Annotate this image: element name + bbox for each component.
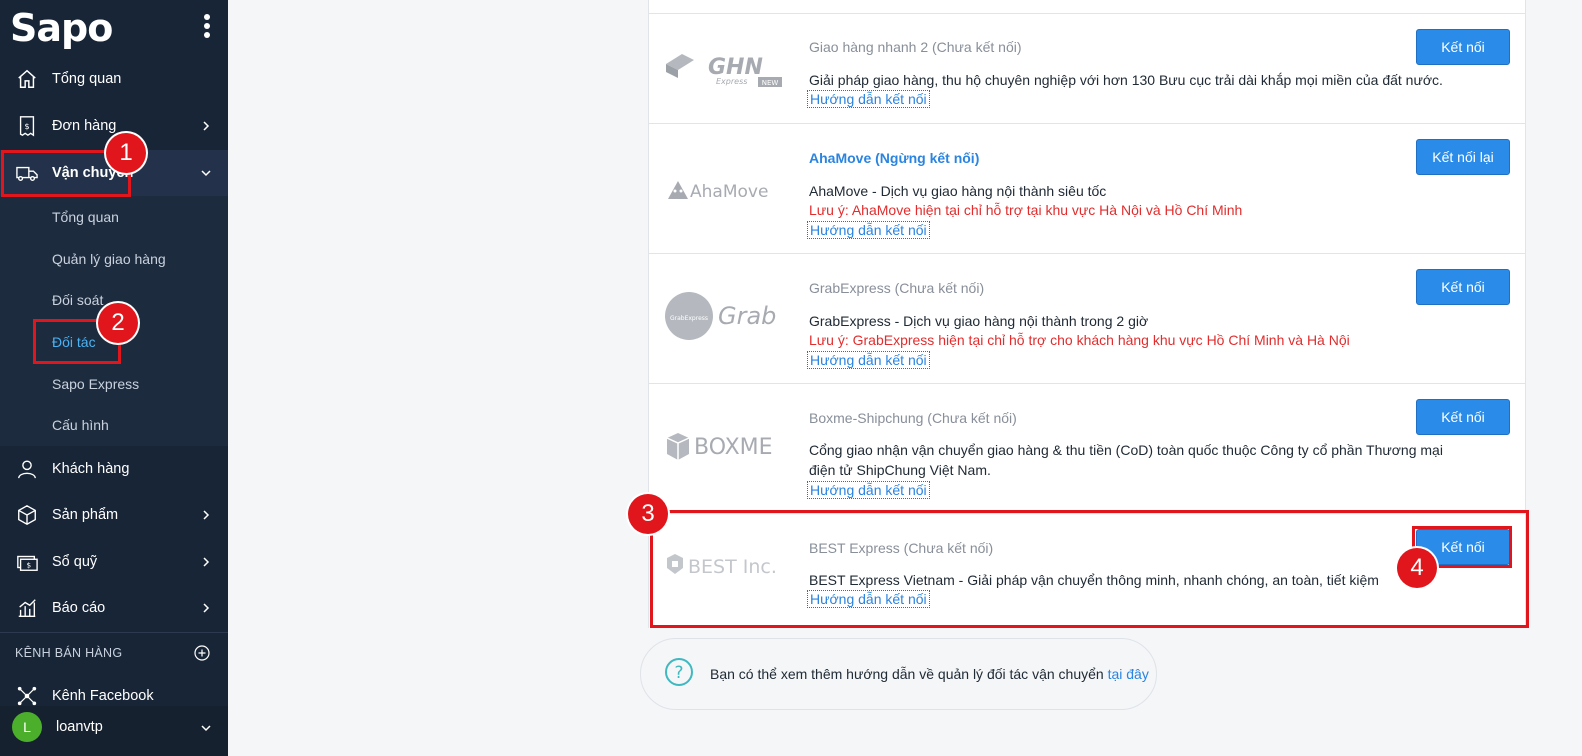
svg-text:Grab: Grab <box>718 302 776 330</box>
partner-title: Boxme-Shipchung (Chưa kết nối) <box>809 410 1017 426</box>
svg-text:GrabExpress: GrabExpress <box>670 315 708 322</box>
user-icon <box>18 460 36 479</box>
connection-guide-link[interactable]: Hướng dẫn kết nối <box>807 351 930 369</box>
sidebar-item-label: Sổ quỹ <box>52 554 98 570</box>
sidebar-item-label: Đơn hàng <box>52 118 117 134</box>
ahamove-logo: AhaMove <box>668 181 768 202</box>
svg-text:$: $ <box>26 561 31 570</box>
submenu-item-delivery-management[interactable]: Quản lý giao hàng <box>52 251 166 267</box>
partner-description: GrabExpress - Dịch vụ giao hàng nội thàn… <box>809 313 1149 329</box>
partner-title: Giao hàng nhanh 2 (Chưa kết nối) <box>809 39 1022 55</box>
connection-guide-link[interactable]: Hướng dẫn kết nối <box>807 90 930 108</box>
home-icon <box>18 69 36 88</box>
partner-description: Giải pháp giao hàng, thu hộ chuyên nghiệ… <box>809 72 1443 88</box>
svg-text:BOXME: BOXME <box>694 435 773 460</box>
logo-bar: Sapo <box>0 0 228 58</box>
help-text-body: Bạn có thể xem thêm hướng dẫn về quản lý… <box>710 666 1104 682</box>
sidebar-item-label: Khách hàng <box>52 461 130 477</box>
sidebar-item-reports[interactable]: Báo cáo <box>0 585 228 631</box>
partner-row-boxme: BOXME Boxme-Shipchung (Chưa kết nối) Cổn… <box>648 383 1526 513</box>
partner-row-ahamove: AhaMove AhaMove (Ngừng kết nối) AhaMove … <box>648 123 1526 253</box>
partner-note: Lưu ý: AhaMove hiện tại chỉ hỗ trợ tại k… <box>809 202 1243 218</box>
sidebar-item-products[interactable]: Sản phẩm <box>0 492 228 538</box>
chart-icon <box>18 599 36 617</box>
sidebar-item-label: Kênh Facebook <box>52 688 154 704</box>
partner-row-ghn: GHN Express NEW Giao hàng nhanh 2 (Chưa … <box>648 13 1526 123</box>
user-name[interactable]: loanvtp <box>56 719 103 735</box>
partner-description: Cổng giao nhận vận chuyển giao hàng & th… <box>809 442 1443 478</box>
chevron-right-icon <box>203 603 210 613</box>
grab-logo: GrabExpress Grab <box>665 292 776 340</box>
partner-note: Lưu ý: GrabExpress hiện tại chỉ hỗ trợ c… <box>809 332 1350 348</box>
submenu-item-overview[interactable]: Tổng quan <box>52 209 119 225</box>
svg-text:?: ? <box>674 663 683 683</box>
sapo-logo[interactable]: Sapo <box>10 6 113 50</box>
submenu-item-config[interactable]: Cấu hình <box>52 417 109 433</box>
network-icon <box>17 686 37 706</box>
connection-guide-link[interactable]: Hướng dẫn kết nối <box>807 481 930 499</box>
annotation-badge-1: 1 <box>106 133 146 173</box>
chevron-down-icon <box>201 170 211 177</box>
connection-guide-link[interactable]: Hướng dẫn kết nối <box>807 221 930 239</box>
help-text: Bạn có thể xem thêm hướng dẫn về quản lý… <box>710 666 1149 682</box>
sidebar-item-customers[interactable]: Khách hàng <box>0 446 228 492</box>
chevron-right-icon <box>203 510 210 520</box>
boxme-logo: BOXME <box>666 433 773 460</box>
box-icon <box>18 505 36 525</box>
submenu-item-sapo-express[interactable]: Sapo Express <box>52 376 139 392</box>
sidebar-item-cashbook[interactable]: $ Sổ quỹ <box>0 539 228 585</box>
connect-button[interactable]: Kết nối <box>1416 269 1510 305</box>
svg-text:$: $ <box>24 121 29 131</box>
partner-description: AhaMove - Dịch vụ giao hàng nội thành si… <box>809 183 1107 199</box>
receipt-icon: $ <box>19 116 35 137</box>
chevron-down-icon[interactable] <box>201 723 211 733</box>
more-menu-icon[interactable] <box>201 14 213 42</box>
partner-title[interactable]: AhaMove (Ngừng kết nối) <box>809 150 979 166</box>
avatar[interactable]: L <box>12 712 42 742</box>
svg-text:Express: Express <box>716 77 747 86</box>
svg-text:AhaMove: AhaMove <box>690 182 768 202</box>
sidebar-item-label: Báo cáo <box>52 600 106 616</box>
annotation-badge-2: 2 <box>98 303 138 343</box>
svg-text:NEW: NEW <box>762 79 779 87</box>
reconnect-button[interactable]: Kết nối lại <box>1416 139 1510 175</box>
divider <box>0 632 228 633</box>
submenu-item-reconciliation[interactable]: Đối soát <box>52 292 103 308</box>
sidebar-item-label: Sản phẩm <box>52 507 119 523</box>
annotation-badge-3: 3 <box>628 494 668 534</box>
help-icon: ? <box>665 658 693 686</box>
partner-row-grab: GrabExpress Grab GrabExpress (Chưa kết n… <box>648 253 1526 383</box>
connect-button[interactable]: Kết nối <box>1416 29 1510 65</box>
add-channel-icon[interactable] <box>194 645 210 661</box>
cash-icon: $ <box>17 555 38 571</box>
help-link[interactable]: tại đây <box>1108 666 1149 682</box>
chevron-right-icon <box>203 557 210 567</box>
ghn-logo: GHN Express NEW <box>666 54 782 87</box>
sidebar-item-label: Tổng quan <box>52 71 122 87</box>
annotation-badge-4: 4 <box>1397 548 1437 588</box>
sales-channels-title: KÊNH BÁN HÀNG <box>15 646 123 660</box>
partner-title: GrabExpress (Chưa kết nối) <box>809 280 985 296</box>
connect-button[interactable]: Kết nối <box>1416 399 1510 435</box>
chevron-right-icon <box>203 121 210 131</box>
sidebar: Sapo Tổng quan $ Đơn hàng Vận chuyển Tổn… <box>0 0 228 756</box>
sidebar-item-overview[interactable]: Tổng quan <box>0 56 228 102</box>
